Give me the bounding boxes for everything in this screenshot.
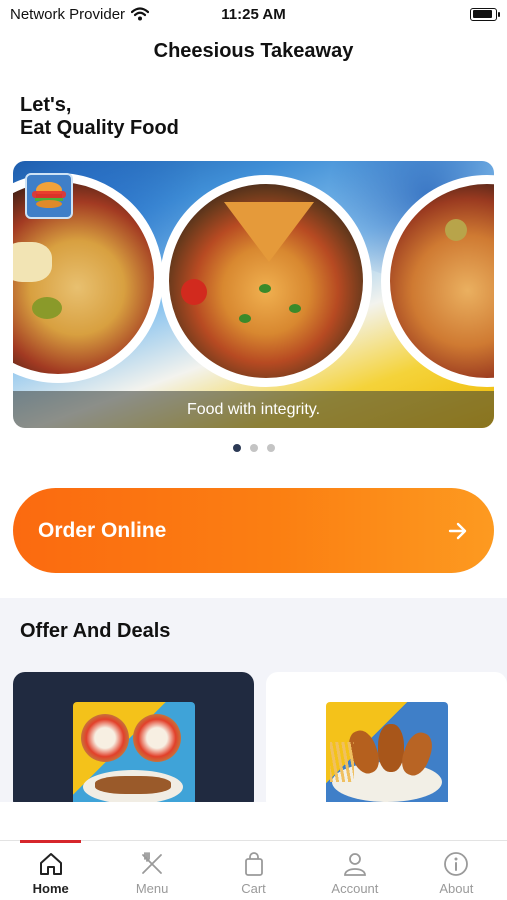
tab-account-label: Account xyxy=(331,881,379,896)
tab-home-label: Home xyxy=(32,881,69,896)
tab-cart-label: Cart xyxy=(241,881,266,896)
hero-line-2: Eat Quality Food xyxy=(20,117,179,139)
banner-caption: Food with integrity. xyxy=(13,391,494,428)
order-online-label: Order Online xyxy=(38,518,167,542)
fork-knife-icon xyxy=(138,850,166,878)
carousel-dot[interactable] xyxy=(249,444,258,452)
status-bar: Network Provider 11:25 AM xyxy=(0,0,507,28)
battery-level xyxy=(472,10,493,18)
tab-menu-label: Menu xyxy=(135,881,169,896)
carrier-label: Network Provider xyxy=(10,5,126,23)
user-icon xyxy=(341,850,369,878)
tab-account[interactable]: Account xyxy=(304,841,405,900)
order-online-button[interactable]: Order Online xyxy=(13,488,494,573)
bag-icon xyxy=(240,850,268,878)
offers-title: Offer And Deals xyxy=(20,620,171,642)
hero-headline: Let's, Eat Quality Food xyxy=(20,94,179,140)
tab-home[interactable]: Home xyxy=(0,840,101,900)
page-title: Cheesious Takeaway xyxy=(153,40,354,62)
carousel-dot[interactable] xyxy=(266,444,275,452)
wifi-icon xyxy=(131,7,150,21)
hero-line-1: Let's, xyxy=(20,94,72,116)
deal-card-wings[interactable] xyxy=(266,672,507,802)
deal-card-pizza[interactable] xyxy=(13,672,254,802)
tab-cart[interactable]: Cart xyxy=(203,841,304,900)
deal-image-pizzas xyxy=(73,702,195,802)
offers-section: Offer And Deals xyxy=(0,598,507,802)
pizza-image-center xyxy=(160,175,372,387)
bottom-tab-bar: Home Menu Cart Account About xyxy=(0,840,507,900)
carousel-dot[interactable] xyxy=(232,444,241,452)
tab-about-label: About xyxy=(439,881,474,896)
carousel-dots[interactable] xyxy=(0,444,507,452)
brand-logo xyxy=(25,173,73,219)
home-icon xyxy=(37,850,65,878)
tab-about[interactable]: About xyxy=(406,841,507,900)
deal-image-wings xyxy=(326,702,448,802)
promo-banner[interactable]: Food with integrity. xyxy=(13,161,494,428)
logo-icon xyxy=(32,182,66,208)
tab-menu[interactable]: Menu xyxy=(101,841,202,900)
status-carrier-group: Network Provider xyxy=(10,5,150,23)
info-icon xyxy=(442,850,470,878)
arrow-right-icon xyxy=(448,522,467,539)
battery-icon xyxy=(470,7,500,21)
